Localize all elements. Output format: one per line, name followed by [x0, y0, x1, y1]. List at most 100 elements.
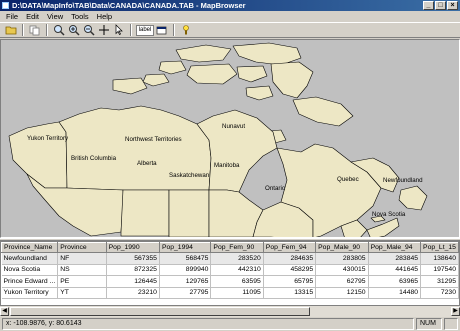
table-cell[interactable]: 27795 [159, 287, 212, 299]
info-icon[interactable] [179, 24, 193, 37]
minimize-button[interactable]: _ [423, 1, 434, 10]
table-row[interactable]: Nova Scotia NS 872325 899940 442310 4582… [1, 264, 459, 276]
table-cell[interactable]: 62795 [315, 275, 369, 288]
table-row[interactable]: Prince Edward ... PE 126445 129765 63595… [1, 275, 459, 288]
table-cell[interactable]: 31295 [420, 275, 459, 288]
toolbar-separator [173, 24, 175, 36]
table-cell[interactable]: NF [57, 252, 107, 265]
layer-control-icon[interactable] [155, 24, 169, 37]
label-icon[interactable]: label [136, 24, 154, 36]
label-quebec: Quebec [337, 176, 359, 183]
label-nwt: Northwest Territories [125, 136, 182, 143]
column-header[interactable]: Pop_Lt_15 [420, 242, 459, 253]
zoom-icon[interactable] [52, 24, 66, 37]
table-cell[interactable]: Prince Edward ... [1, 275, 59, 288]
column-header[interactable]: Province_Name [1, 242, 59, 253]
table-row[interactable]: Newfoundland NF 567355 568475 283520 284… [1, 252, 459, 265]
table-cell[interactable]: 65795 [263, 275, 317, 288]
arctic-island [232, 42, 302, 66]
table-cell[interactable]: 283805 [315, 252, 369, 265]
arctic-island [186, 63, 238, 85]
maximize-button[interactable]: □ [435, 1, 446, 10]
menu-help[interactable]: Help [93, 11, 116, 22]
province-alberta [120, 189, 170, 237]
zoom-in-icon[interactable] [67, 24, 81, 37]
table-cell[interactable]: 12150 [315, 287, 369, 299]
horizontal-scrollbar[interactable]: ◀ ▶ [0, 305, 460, 317]
table-cell[interactable]: YT [57, 287, 107, 299]
table-cell[interactable]: 283845 [368, 252, 422, 265]
scroll-right-icon[interactable]: ▶ [451, 307, 460, 316]
zoom-out-icon[interactable] [82, 24, 96, 37]
table-cell[interactable]: 11095 [210, 287, 264, 299]
label-alberta: Alberta [137, 160, 157, 167]
attribute-table: Province_Name Province Pop_1990 Pop_1994… [1, 242, 459, 299]
table-cell[interactable]: 63965 [368, 275, 422, 288]
table-cell[interactable]: NS [57, 264, 107, 276]
table-cell[interactable]: 138640 [420, 252, 459, 265]
column-header[interactable]: Pop_Fem_94 [262, 242, 317, 253]
table-cell[interactable]: Nova Scotia [1, 264, 59, 276]
arctic-island [175, 44, 232, 63]
copy-icon[interactable] [28, 24, 42, 37]
toolbar-separator [46, 24, 48, 36]
table-cell[interactable]: 23210 [106, 287, 160, 299]
menu-file[interactable]: File [2, 11, 22, 22]
column-header[interactable]: Province [57, 242, 107, 253]
table-cell[interactable]: 458295 [263, 264, 317, 276]
arctic-island [158, 60, 187, 75]
menu-bar: File Edit View Tools Help [0, 11, 460, 22]
table-cell[interactable]: 872325 [106, 264, 160, 276]
table-cell[interactable]: 441645 [368, 264, 422, 276]
table-cell[interactable]: 430015 [315, 264, 369, 276]
table-cell[interactable]: 129765 [159, 275, 212, 288]
column-header[interactable]: Pop_1994 [158, 242, 212, 253]
scroll-left-icon[interactable]: ◀ [0, 307, 9, 316]
table-cell[interactable]: Newfoundland [1, 252, 59, 265]
pan-icon[interactable] [97, 24, 111, 37]
table-cell[interactable]: 568475 [159, 252, 212, 265]
table-cell[interactable]: 63595 [210, 275, 264, 288]
table-row[interactable]: Yukon Territory YT 23210 27795 11095 133… [1, 287, 459, 299]
table-cell[interactable]: PE [57, 275, 107, 288]
table-cell[interactable]: 13315 [263, 287, 317, 299]
arctic-island [236, 65, 268, 83]
table-cell[interactable]: 283520 [210, 252, 264, 265]
status-empty-pane [444, 318, 458, 330]
menu-tools[interactable]: Tools [67, 11, 93, 22]
province-yukon [8, 121, 68, 189]
window-controls: _ □ × [423, 1, 458, 10]
column-header[interactable]: Pop_Fem_90 [210, 242, 264, 253]
label-saskatchewan: Saskatchewan [169, 172, 210, 179]
arctic-island [245, 85, 274, 101]
toolbar: label [0, 22, 460, 38]
table-cell[interactable]: 284635 [263, 252, 317, 265]
column-header[interactable]: Pop_1990 [105, 242, 160, 253]
scroll-thumb[interactable] [10, 307, 310, 316]
open-folder-icon[interactable] [4, 24, 18, 37]
num-lock-indicator: NUM [416, 318, 442, 330]
menu-edit[interactable]: Edit [22, 11, 43, 22]
label-yukon: Yukon Territory [27, 135, 69, 142]
province-nova-scotia [366, 217, 400, 237]
map-view[interactable]: Nunavut Yukon Territory Northwest Territ… [0, 39, 460, 238]
column-header[interactable]: Pop_Male_94 [367, 242, 422, 253]
table-cell[interactable]: 126445 [106, 275, 160, 288]
table-cell[interactable]: 14480 [368, 287, 422, 299]
toolbar-separator [130, 24, 132, 36]
select-arrow-icon[interactable] [112, 24, 126, 37]
table-cell[interactable]: 7230 [420, 287, 459, 299]
column-header[interactable]: Pop_Male_90 [315, 242, 369, 253]
arctic-island [270, 61, 314, 99]
menu-view[interactable]: View [43, 11, 67, 22]
table-cell[interactable]: 197540 [420, 264, 459, 276]
province-saskatchewan [168, 189, 210, 237]
table-cell[interactable]: 899940 [159, 264, 212, 276]
table-cell[interactable]: 567355 [106, 252, 160, 265]
close-button[interactable]: × [447, 1, 458, 10]
title-bar: D:\DATA\MapInfo\TAB\Data\CANADA\CANADA.T… [0, 0, 460, 11]
table-cell[interactable]: 442310 [210, 264, 264, 276]
canada-map[interactable]: Nunavut Yukon Territory Northwest Territ… [1, 40, 460, 238]
table-cell[interactable]: Yukon Territory [1, 287, 59, 299]
label-bc: British Columbia [71, 155, 117, 162]
